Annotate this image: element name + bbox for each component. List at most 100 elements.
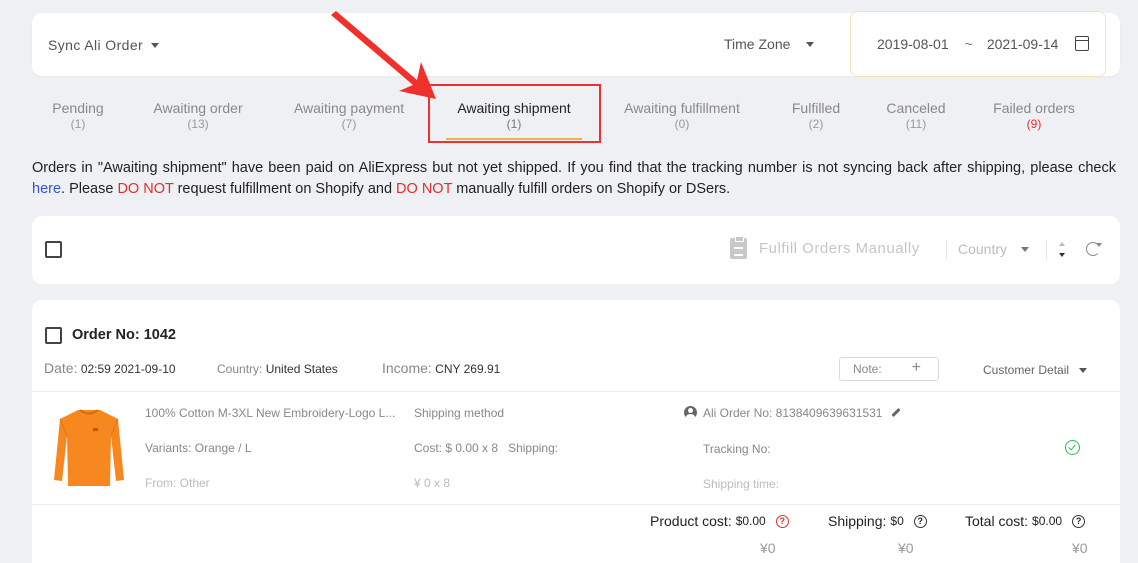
bulk-action-bar: Fulfill Orders Manually Country (32, 216, 1120, 284)
notice-text-4: manually fulfill orders on Shopify or DS… (452, 181, 731, 197)
highlight-box (428, 84, 601, 143)
do-not-warning-2: DO NOT (396, 181, 453, 197)
caret-down-icon (151, 42, 160, 48)
tab-awaiting-fulfillment[interactable]: Awaiting fulfillment (0) (624, 100, 740, 131)
help-icon[interactable]: ? (1072, 514, 1086, 528)
order-checkbox[interactable] (45, 327, 62, 344)
select-all-checkbox[interactable] (45, 241, 62, 258)
divider (1046, 240, 1047, 260)
country-label: Country: (217, 362, 263, 376)
ali-order-number: Ali Order No: 8138409639631531 (684, 406, 902, 420)
divider (32, 504, 1120, 505)
help-icon[interactable]: ? (913, 514, 927, 528)
shipping-time: Shipping time: (703, 477, 780, 491)
timezone-label: Time Zone (724, 36, 791, 52)
sort-up-icon (1059, 242, 1065, 246)
caret-down-icon (806, 41, 815, 47)
order-income: Income: CNY 269.91 (382, 360, 500, 376)
sort-down-icon (1059, 253, 1065, 257)
date-separator: ~ (964, 36, 973, 52)
date-end[interactable]: 2021-09-14 (987, 36, 1059, 52)
product-cost-cny-total: ¥0 (760, 540, 776, 556)
date-label: Date: (44, 360, 78, 376)
notice-text-1: Orders in "Awaiting shipment" have been … (32, 160, 1116, 176)
product-cost: Cost: $ 0.00 x 8 Shipping: (414, 441, 558, 455)
tab-label: Awaiting fulfillment (624, 100, 740, 116)
tab-label: Failed orders (993, 100, 1075, 116)
product-title[interactable]: 100% Cotton M-3XL New Embroidery-Logo L.… (145, 406, 395, 420)
order-number: Order No: 1042 (72, 327, 176, 343)
tab-awaiting-order[interactable]: Awaiting order (13) (153, 100, 242, 131)
fulfill-orders-manually-button[interactable]: Fulfill Orders Manually (730, 236, 920, 259)
tab-count: (7) (341, 117, 357, 131)
tab-count: (2) (808, 117, 824, 131)
shipping-value: $0 (890, 514, 904, 528)
income-value: CNY 269.91 (435, 362, 501, 376)
income-label: Income: (382, 360, 432, 376)
caret-down-icon (1079, 367, 1088, 373)
product-cost-label: Product cost: (650, 513, 732, 529)
tab-count: (11) (905, 117, 927, 131)
order-date: Date: 02:59 2021-09-10 (44, 360, 176, 376)
customer-detail-dropdown[interactable]: Customer Detail (983, 363, 1088, 377)
clipboard-icon (730, 236, 747, 259)
check-circle-icon (1065, 440, 1080, 455)
notice-text-2: . Please (61, 181, 118, 197)
country-value: United States (265, 362, 338, 376)
edit-icon[interactable] (891, 407, 902, 418)
order-card: Order No: 1042 Date: 02:59 2021-09-10 Co… (32, 300, 1120, 563)
shipping-cny-total: ¥0 (898, 540, 914, 556)
notice-text-3: request fulfillment on Shopify and (173, 181, 397, 197)
tab-label: Awaiting payment (293, 100, 405, 116)
sort-icon[interactable] (1059, 241, 1067, 259)
product-source: From: Other (145, 476, 210, 490)
tab-label: Pending (52, 100, 104, 116)
cost-text: Cost: $ 0.00 x 8 (414, 441, 499, 455)
note-label: Note: (853, 362, 882, 376)
tab-awaiting-payment[interactable]: Awaiting payment (7) (294, 100, 404, 131)
shipping-method-select[interactable]: Shipping method (414, 406, 504, 420)
total-cost-cny: ¥0 (1072, 540, 1088, 556)
calendar-icon[interactable] (1075, 36, 1089, 51)
tab-label: Awaiting order (153, 100, 243, 116)
help-icon[interactable]: ? (775, 514, 789, 528)
refresh-icon[interactable] (1086, 242, 1102, 256)
tab-count: (13) (187, 117, 209, 131)
user-icon (684, 406, 697, 419)
caret-down-icon (1021, 246, 1030, 252)
timezone-dropdown[interactable]: Time Zone (724, 36, 815, 52)
ali-order-no-text: Ali Order No: 8138409639631531 (703, 406, 883, 420)
add-note-button[interactable]: Note: + (839, 357, 939, 381)
tab-canceled[interactable]: Canceled (11) (886, 100, 945, 131)
country-filter-label: Country (958, 241, 1008, 257)
customer-detail-label: Customer Detail (983, 363, 1070, 377)
sync-ali-order-label: Sync Ali Order (48, 37, 144, 53)
tab-label: Canceled (886, 100, 946, 116)
tab-count: (9) (1026, 117, 1042, 131)
tab-fulfilled[interactable]: Fulfilled (2) (792, 100, 840, 131)
total-cost: Total cost: $0.00 ? (965, 513, 1086, 529)
date-value: 02:59 2021-09-10 (80, 362, 176, 376)
tab-failed-orders[interactable]: Failed orders (9) (993, 100, 1075, 131)
date-start[interactable]: 2019-08-01 (877, 36, 949, 52)
product-cost-value: $0.00 (735, 514, 766, 528)
country-filter-dropdown[interactable]: Country (958, 241, 1030, 257)
shipping-label: Shipping: (828, 513, 887, 529)
date-range-picker[interactable]: 2019-08-01 ~ 2021-09-14 (850, 11, 1106, 77)
product-cost-cny: ¥ 0 x 8 (414, 476, 451, 490)
here-link[interactable]: here (32, 181, 61, 197)
do-not-warning-1: DO NOT (117, 181, 174, 197)
product-variants: Variants: Orange / L (145, 441, 252, 455)
shipping-total: Shipping: $0 ? (828, 513, 927, 529)
fulfill-orders-manually-label: Fulfill Orders Manually (759, 240, 920, 257)
plus-icon: + (911, 359, 921, 376)
divider (946, 240, 947, 260)
order-country: Country: United States (217, 362, 338, 376)
total-cost-value: $0.00 (1032, 514, 1063, 528)
tab-pending[interactable]: Pending (1) (52, 100, 103, 131)
tab-count: (0) (674, 117, 690, 131)
tracking-number: Tracking No: (703, 442, 771, 456)
sync-ali-order-dropdown[interactable]: Sync Ali Order (48, 37, 160, 53)
filter-bar: Sync Ali Order Time Zone 2019-08-01 ~ 20… (32, 11, 1120, 77)
product-image[interactable] (52, 406, 126, 488)
